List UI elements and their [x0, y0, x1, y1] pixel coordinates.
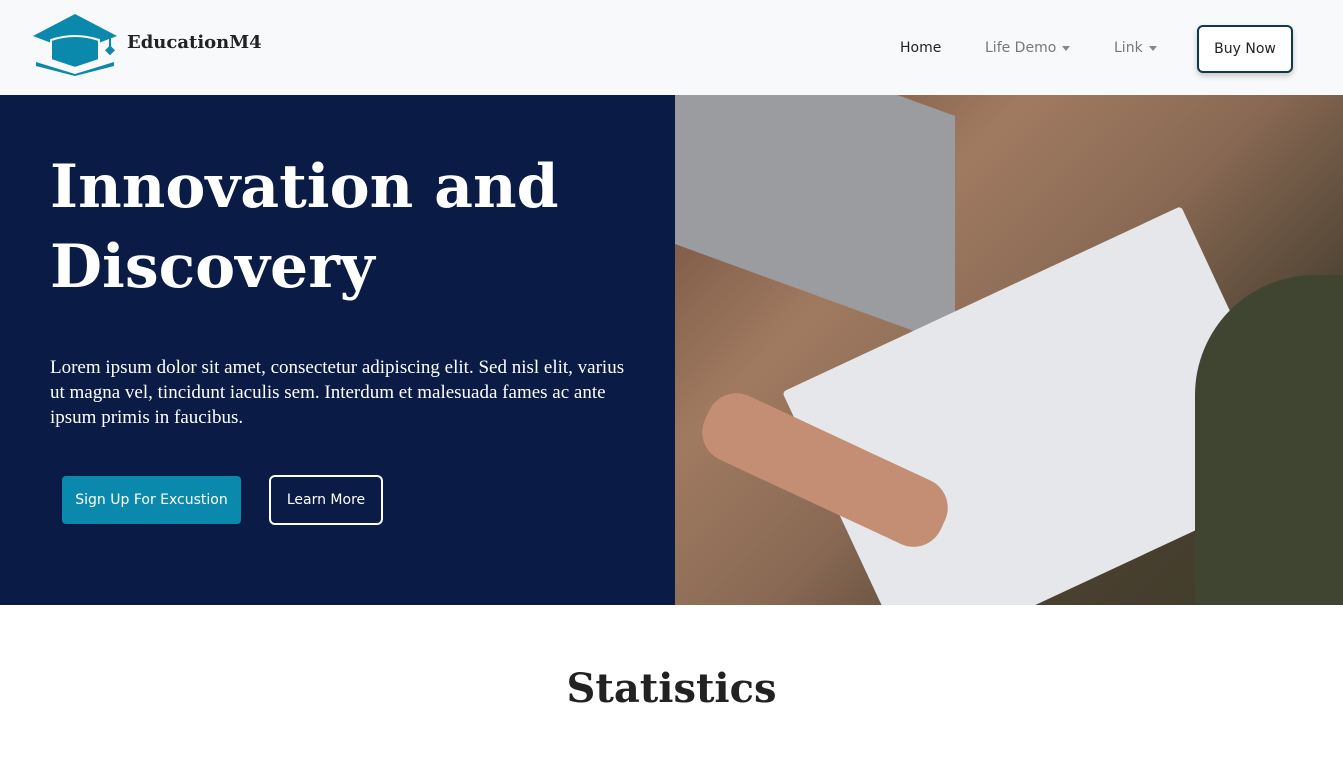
nav-link[interactable]: Link [1114, 40, 1157, 56]
chevron-down-icon [1062, 45, 1071, 51]
learn-more-button[interactable]: Learn More [269, 475, 383, 525]
chevron-down-icon [1148, 45, 1157, 51]
hero-image-student-studying [675, 95, 1343, 605]
nav-link-label: Link [1114, 40, 1143, 56]
hero-lead: Lorem ipsum dolor sit amet, consectetur … [50, 357, 625, 428]
graduation-cap-logo-icon[interactable] [33, 14, 117, 76]
statistics-heading: Statistics [566, 665, 777, 712]
hero-title: Innovation and Discovery [50, 152, 559, 302]
shirt-shape [1195, 275, 1343, 605]
navbar: EducationM4 Home Life Demo Link Buy Now [0, 0, 1343, 95]
hero-section: Innovation and Discovery Lorem ipsum dol… [0, 95, 1343, 605]
laptop-shape [675, 95, 955, 346]
nav-life-demo-label: Life Demo [985, 40, 1057, 56]
hero-text-panel: Innovation and Discovery Lorem ipsum dol… [0, 95, 675, 605]
nav-home[interactable]: Home [900, 40, 941, 56]
brand-name[interactable]: EducationM4 [127, 32, 262, 53]
buy-now-button[interactable]: Buy Now [1197, 25, 1293, 73]
nav-life-demo[interactable]: Life Demo [985, 40, 1071, 56]
sign-up-button[interactable]: Sign Up For Excustion [62, 476, 241, 524]
